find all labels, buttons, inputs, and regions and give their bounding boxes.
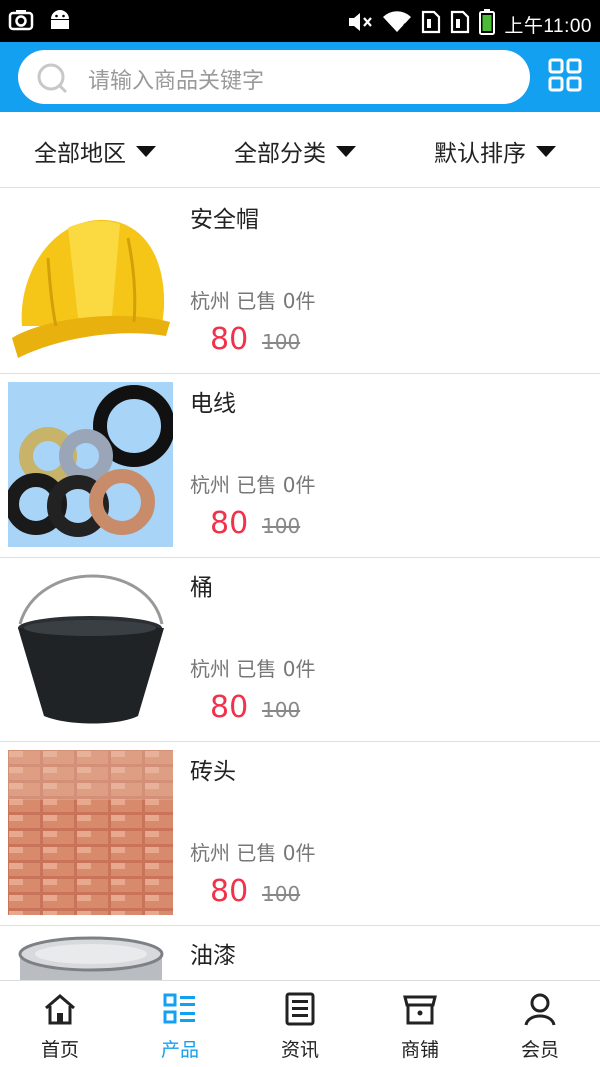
- news-icon: [282, 991, 318, 1031]
- nav-home-label: 首页: [40, 1039, 79, 1061]
- status-bar: 上午11:00: [0, 0, 600, 42]
- filter-sort-label: 默认排序: [434, 141, 526, 167]
- product-item[interactable]: 油漆: [0, 926, 600, 980]
- product-old-price: 100: [262, 514, 301, 538]
- filter-bar: 全部地区 全部分类 默认排序: [0, 112, 600, 188]
- product-item[interactable]: 电线 杭州 已售 0件 80 100: [0, 374, 600, 558]
- filter-category[interactable]: 全部分类: [234, 134, 356, 168]
- nav-news[interactable]: 资讯: [240, 981, 360, 1067]
- search-box[interactable]: 请输入商品关键字: [18, 50, 530, 104]
- product-image-wire-coils[interactable]: [8, 382, 173, 547]
- grid-icon[interactable]: [548, 58, 582, 92]
- product-price: 80: [210, 874, 249, 909]
- camera-icon: [8, 8, 34, 36]
- product-meta: 杭州 已售 0件: [190, 657, 316, 681]
- product-image-hard-hat[interactable]: [8, 198, 173, 363]
- search-input[interactable]: 请输入商品关键字: [88, 63, 264, 95]
- bottom-nav: 首页 产品 资讯 商铺 会员: [0, 980, 600, 1067]
- shop-icon: [402, 991, 438, 1031]
- product-item[interactable]: 安全帽 杭州 已售 0件 80 100: [0, 190, 600, 374]
- product-meta: 杭州 已售 0件: [190, 289, 316, 313]
- product-item[interactable]: 砖头 杭州 已售 0件 80 100: [0, 742, 600, 926]
- product-price: 80: [210, 506, 249, 541]
- android-icon: [48, 8, 72, 36]
- product-name: 电线: [190, 391, 236, 417]
- mute-icon: [347, 11, 373, 37]
- product-name: 砖头: [190, 759, 236, 785]
- filter-sort[interactable]: 默认排序: [434, 134, 556, 168]
- product-list: 安全帽 杭州 已售 0件 80 100 电线 杭州 已售 0件 80 100 桶…: [0, 190, 600, 980]
- nav-home[interactable]: 首页: [0, 981, 120, 1067]
- nav-member-label: 会员: [520, 1039, 559, 1061]
- sim1-icon: [421, 10, 441, 38]
- battery-icon: [479, 9, 496, 39]
- nav-shop-label: 商铺: [400, 1039, 439, 1061]
- product-price: 80: [210, 322, 249, 357]
- member-icon: [522, 991, 558, 1031]
- product-image-bucket[interactable]: [8, 566, 173, 731]
- nav-products[interactable]: 产品: [120, 981, 240, 1067]
- product-image-bricks[interactable]: [8, 750, 173, 915]
- product-name: 安全帽: [190, 207, 259, 233]
- filter-region[interactable]: 全部地区: [34, 134, 156, 168]
- caret-down-icon: [136, 145, 156, 157]
- caret-down-icon: [536, 145, 556, 157]
- nav-shop[interactable]: 商铺: [360, 981, 480, 1067]
- product-old-price: 100: [262, 882, 301, 906]
- caret-down-icon: [336, 145, 356, 157]
- product-item[interactable]: 桶 杭州 已售 0件 80 100: [0, 558, 600, 742]
- filter-category-label: 全部分类: [234, 141, 326, 167]
- search-icon: [36, 62, 68, 94]
- home-icon: [42, 991, 78, 1031]
- product-image-paint-can[interactable]: [8, 934, 173, 980]
- product-name: 油漆: [190, 943, 236, 969]
- product-old-price: 100: [262, 330, 301, 354]
- sim2-icon: [450, 10, 470, 38]
- nav-products-label: 产品: [160, 1039, 199, 1061]
- nav-member[interactable]: 会员: [480, 981, 600, 1067]
- product-price: 80: [210, 690, 249, 725]
- product-meta: 杭州 已售 0件: [190, 841, 316, 865]
- product-meta: 杭州 已售 0件: [190, 473, 316, 497]
- product-list-icon: [162, 991, 198, 1031]
- status-time: 上午11:00: [504, 15, 592, 37]
- product-name: 桶: [190, 575, 213, 601]
- filter-region-label: 全部地区: [34, 141, 126, 167]
- nav-news-label: 资讯: [280, 1039, 319, 1061]
- wifi-icon: [382, 11, 412, 37]
- header-bar: 请输入商品关键字: [0, 42, 600, 112]
- product-old-price: 100: [262, 698, 301, 722]
